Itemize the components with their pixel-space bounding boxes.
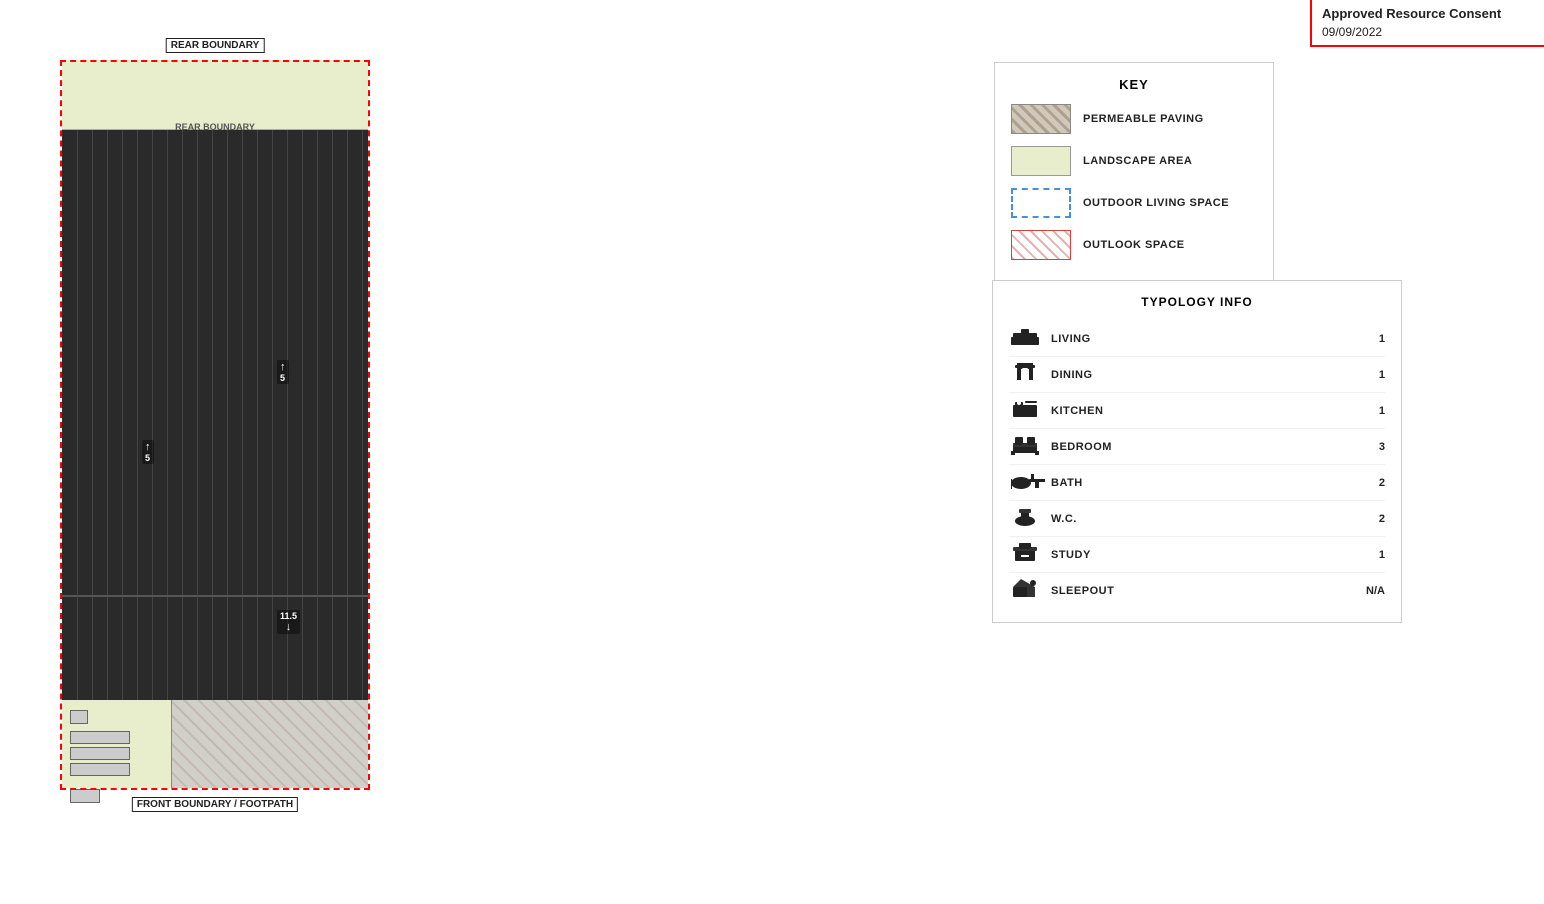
- outdoor-living-label: OUTDOOR LIVING SPACE: [1083, 197, 1229, 209]
- living-value: 1: [1355, 333, 1385, 345]
- living-label: LIVING: [1051, 333, 1345, 345]
- front-boundary-label: FRONT BOUNDARY / FOOTPATH: [132, 797, 298, 812]
- garage-door-2: [70, 731, 130, 744]
- kitchen-icon: [1009, 397, 1041, 424]
- garage-door-1: [70, 710, 88, 724]
- garage-doors: [70, 710, 130, 803]
- study-label: STUDY: [1051, 549, 1345, 561]
- study-icon: [1009, 541, 1041, 568]
- landscape-area-swatch: [1011, 146, 1071, 176]
- stamp-title: Approved Resource Consent: [1322, 6, 1534, 21]
- key-title: KEY: [1011, 77, 1257, 92]
- lower-section: [62, 700, 368, 788]
- outlook-space-label: OUTLOOK SPACE: [1083, 239, 1185, 251]
- wc-value: 2: [1355, 513, 1385, 525]
- permeable-paving-swatch: [1011, 104, 1071, 134]
- typology-panel: TYPOLOGY INFO LIVING 1 DINING 1 KITCHEN …: [992, 280, 1402, 623]
- bath-label: BATH: [1051, 477, 1345, 489]
- garage-door-3: [70, 747, 130, 760]
- bedroom-label: BEDROOM: [1051, 441, 1345, 453]
- stamp-date: 09/09/2022: [1322, 25, 1534, 39]
- key-item-outlook: OUTLOOK SPACE: [1011, 230, 1257, 260]
- stamp-area: Approved Resource Consent 09/09/2022: [1310, 0, 1544, 47]
- living-icon: [1009, 325, 1041, 352]
- entry-area: [172, 700, 368, 788]
- key-panel: KEY PERMEABLE PAVING LANDSCAPE AREA OUTD…: [994, 62, 1274, 287]
- key-item-landscape: LANDSCAPE AREA: [1011, 146, 1257, 176]
- wc-label: W.C.: [1051, 513, 1345, 525]
- outdoor-living-swatch: [1011, 188, 1071, 218]
- typology-row-sleepout: SLEEPOUT N/A: [1009, 573, 1385, 608]
- permeable-paving-label: PERMEABLE PAVING: [1083, 113, 1204, 125]
- garage-door-5: [70, 789, 100, 803]
- bedroom-value: 3: [1355, 441, 1385, 453]
- site-plan: REAR BOUNDARY FRONT BOUNDARY / FOOTPATH …: [60, 60, 370, 790]
- typology-row-bedroom: BEDROOM 3: [1009, 429, 1385, 465]
- key-item-outdoor: OUTDOOR LIVING SPACE: [1011, 188, 1257, 218]
- typology-row-living: LIVING 1: [1009, 321, 1385, 357]
- landscape-area-label: LANDSCAPE AREA: [1083, 155, 1192, 167]
- outlook-space-swatch: [1011, 230, 1071, 260]
- dining-value: 1: [1355, 369, 1385, 381]
- typology-row-kitchen: KITCHEN 1: [1009, 393, 1385, 429]
- building-stripes: [62, 130, 368, 700]
- sleepout-icon: [1009, 577, 1041, 604]
- sleepout-value: N/A: [1355, 585, 1385, 597]
- typology-row-dining: DINING 1: [1009, 357, 1385, 393]
- garage-door-4: [70, 763, 130, 776]
- bath-value: 2: [1355, 477, 1385, 489]
- wc-icon: [1009, 505, 1041, 532]
- typology-row-bath: BATH 2: [1009, 465, 1385, 501]
- landscape-strip: REAR BOUNDARY: [62, 60, 368, 130]
- kitchen-label: KITCHEN: [1051, 405, 1345, 417]
- kitchen-value: 1: [1355, 405, 1385, 417]
- typology-title: TYPOLOGY INFO: [1009, 295, 1385, 309]
- bath-icon: [1009, 469, 1041, 496]
- upper-dimension-marker: ↑ 5: [277, 360, 289, 384]
- middle-dimension-marker: ↑ 5: [142, 440, 154, 464]
- key-item-permeable: PERMEABLE PAVING: [1011, 104, 1257, 134]
- internal-wall-line: [62, 595, 368, 597]
- bedroom-icon: [1009, 433, 1041, 460]
- garage-area: [62, 700, 172, 788]
- dining-icon: [1009, 361, 1041, 388]
- sleepout-label: SLEEPOUT: [1051, 585, 1345, 597]
- typology-row-wc: W.C. 2: [1009, 501, 1385, 537]
- dining-label: DINING: [1051, 369, 1345, 381]
- building-main: ↑ 5 ↑ 5 11.5 ↓: [62, 130, 368, 700]
- typology-row-study: STUDY 1: [1009, 537, 1385, 573]
- rear-boundary-label-top: REAR BOUNDARY: [166, 38, 265, 53]
- study-value: 1: [1355, 549, 1385, 561]
- lower-dimension-marker: 11.5 ↓: [277, 610, 300, 634]
